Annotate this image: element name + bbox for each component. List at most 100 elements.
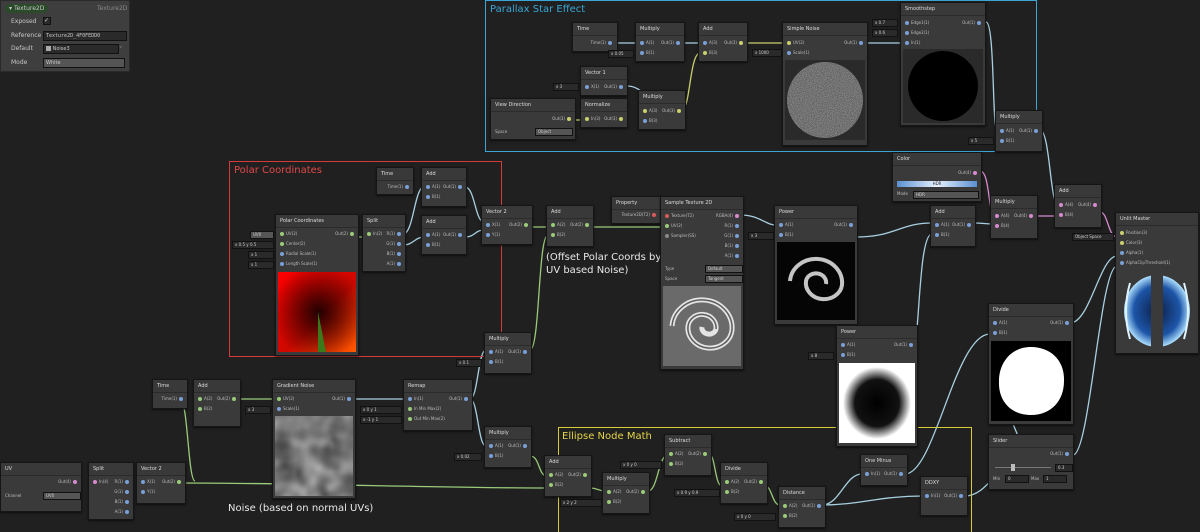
node-distance[interactable]: Distance A(2) B(2) Out(1)	[778, 486, 826, 528]
node-smoothstep[interactable]: Smoothstep Edge1(1) Edge2(1) In(1) Out(1…	[900, 2, 986, 126]
port-dot[interactable]	[426, 185, 430, 189]
node-vector2-polar[interactable]: Vector 2 X(1) Y(1) Out(2)	[481, 205, 533, 245]
node-remap[interactable]: Remap In(1) In Min Max(2) Out Min Max(2)…	[403, 379, 473, 431]
space-dropdown[interactable]: Tangent	[705, 275, 743, 283]
port-dot[interactable]	[426, 243, 430, 247]
node-power-low[interactable]: Power A(1) B(1) Out(1)	[836, 325, 918, 447]
port-dot[interactable]	[486, 223, 490, 227]
port-dot[interactable]	[551, 223, 555, 227]
port-dot[interactable]	[935, 233, 939, 237]
node-multiply-right[interactable]: Multiply A(1) B(1) Out(1)	[995, 110, 1043, 152]
node-split-polar[interactable]: Split In(2) R(1) G(1) B(1) A(1)	[362, 214, 406, 272]
port-dot[interactable]	[397, 232, 401, 236]
port-dot[interactable]	[665, 214, 669, 218]
slider-handle[interactable]	[1011, 464, 1015, 471]
channel-dropdown[interactable]: UV0	[43, 492, 81, 500]
node-multiply-mid[interactable]: Multiply A(1) B(1) Out(1)	[484, 332, 532, 374]
port-dot[interactable]	[486, 233, 490, 237]
node-slider[interactable]: Slider Out(1) 0.3 Min 0 Max 1	[988, 434, 1074, 490]
port-dot[interactable]	[973, 171, 977, 175]
port-dot[interactable]	[585, 223, 589, 227]
node-split-uv[interactable]: Split In(4) R(1) G(1) B(1) A(1)	[88, 462, 134, 520]
node-view-direction[interactable]: View Direction Out(3) Space Object	[490, 98, 576, 140]
port-dot[interactable]	[350, 232, 354, 236]
node-gradient-noise[interactable]: Gradient Noise UV(2) Scale(1) Out(1)	[272, 379, 356, 499]
port-dot[interactable]	[652, 213, 656, 217]
space-dropdown[interactable]: Object	[535, 128, 573, 136]
port-dot[interactable]	[549, 473, 553, 477]
node-add-ellipse[interactable]: Add A(2) B(2) Out(2)	[544, 455, 592, 497]
position-space-field[interactable]: Object Space	[1072, 233, 1114, 241]
node-add-final[interactable]: Add A(4) B(4) Out(4)	[1054, 184, 1102, 228]
node-vector2-uv[interactable]: Vector 2 X(1) Y(1) Out(2)	[136, 462, 186, 504]
power-top-b-field[interactable]: x 3	[748, 232, 774, 240]
node-add-polar-1[interactable]: Add A(1) B(1) Out(1)	[421, 167, 467, 207]
port-dot[interactable]	[959, 494, 963, 498]
distance-b-field[interactable]: x 0 y 0	[734, 513, 776, 521]
port-dot[interactable]	[899, 472, 903, 476]
port-dot[interactable]	[277, 407, 281, 411]
port-dot[interactable]	[280, 252, 284, 256]
port-dot[interactable]	[408, 407, 412, 411]
port-dot[interactable]	[865, 472, 869, 476]
port-dot[interactable]	[841, 353, 845, 357]
node-multiply-ellipse[interactable]: Multiply A(2) B(2) Out(2)	[602, 472, 650, 514]
port-dot[interactable]	[643, 109, 647, 113]
port-dot[interactable]	[1000, 129, 1004, 133]
port-dot[interactable]	[397, 252, 401, 256]
port-dot[interactable]	[607, 500, 611, 504]
port-dot[interactable]	[643, 119, 647, 123]
gradient-noise-scale-field[interactable]: x 3	[245, 406, 271, 414]
hdr-color-swatch[interactable]: HDR	[897, 181, 977, 187]
port-dot[interactable]	[735, 254, 739, 258]
port-dot[interactable]	[405, 185, 409, 189]
smoothstep-edge1-field[interactable]: x 0.7	[872, 19, 898, 27]
port-dot[interactable]	[859, 41, 863, 45]
port-dot[interactable]	[641, 490, 645, 494]
polar-radial-field[interactable]: x 1	[248, 251, 274, 259]
port-dot[interactable]	[458, 185, 462, 189]
slider-value-field[interactable]: 0.3	[1055, 464, 1073, 472]
port-dot[interactable]	[408, 417, 412, 421]
port-dot[interactable]	[125, 510, 129, 514]
port-dot[interactable]	[523, 444, 527, 448]
port-dot[interactable]	[739, 41, 743, 45]
port-dot[interactable]	[1120, 251, 1124, 255]
node-divide-right[interactable]: Divide A(1) B(1) Out(1)	[988, 303, 1074, 425]
port-dot[interactable]	[783, 514, 787, 518]
port-dot[interactable]	[489, 454, 493, 458]
port-dot[interactable]	[995, 214, 999, 218]
port-dot[interactable]	[619, 117, 623, 121]
multiply-ellipse-b-field[interactable]: x 2 y 2	[560, 499, 602, 507]
node-unlit-master[interactable]: Unlit Master Position(3) Color(3) Alpha(…	[1115, 212, 1199, 354]
smoothstep-edge2-field[interactable]: x 0.6	[872, 29, 898, 37]
node-add-top[interactable]: Add A(3) B(3) Out(3)	[698, 22, 748, 62]
port-dot[interactable]	[909, 343, 913, 347]
port-dot[interactable]	[787, 41, 791, 45]
vector1-x-field[interactable]: x 3	[553, 83, 579, 91]
port-dot[interactable]	[849, 223, 853, 227]
node-polar-coordinates[interactable]: Polar Coordinates UV(2) Center(2) Radial…	[275, 214, 359, 356]
port-dot[interactable]	[993, 331, 997, 335]
port-dot[interactable]	[1120, 261, 1124, 265]
port-dot[interactable]	[677, 109, 681, 113]
node-simple-noise[interactable]: Simple Noise UV(2) Scale(1) Out(1)	[782, 22, 868, 146]
port-dot[interactable]	[585, 85, 589, 89]
port-dot[interactable]	[1065, 452, 1069, 456]
port-dot[interactable]	[905, 31, 909, 35]
node-divide-ellipse[interactable]: Divide A(2) B(2) Out(2)	[720, 462, 768, 504]
port-dot[interactable]	[725, 480, 729, 484]
type-dropdown[interactable]: Default	[705, 265, 743, 273]
chevron-down-icon[interactable]: ▾	[9, 5, 12, 12]
color-mode-dropdown[interactable]: HDR	[913, 191, 979, 199]
port-dot[interactable]	[549, 483, 553, 487]
port-dot[interactable]	[277, 397, 281, 401]
node-add-mid[interactable]: Add A(2) B(2) Out(2)	[546, 205, 594, 247]
default-texture-field[interactable]: Noise3	[43, 44, 119, 54]
polar-length-field[interactable]: x 1	[248, 261, 274, 269]
divide-ellipse-b-field[interactable]: x 0.9 y 0.9	[674, 489, 720, 497]
node-add-noise[interactable]: Add A(2) B(2) Out(2)	[193, 379, 241, 427]
slider-min-field[interactable]: 0	[1005, 475, 1029, 483]
group-title-polar[interactable]: Polar Coordinates	[234, 165, 322, 176]
node-multiply-color[interactable]: Multiply A(4) B(4) Out(4)	[990, 195, 1038, 239]
